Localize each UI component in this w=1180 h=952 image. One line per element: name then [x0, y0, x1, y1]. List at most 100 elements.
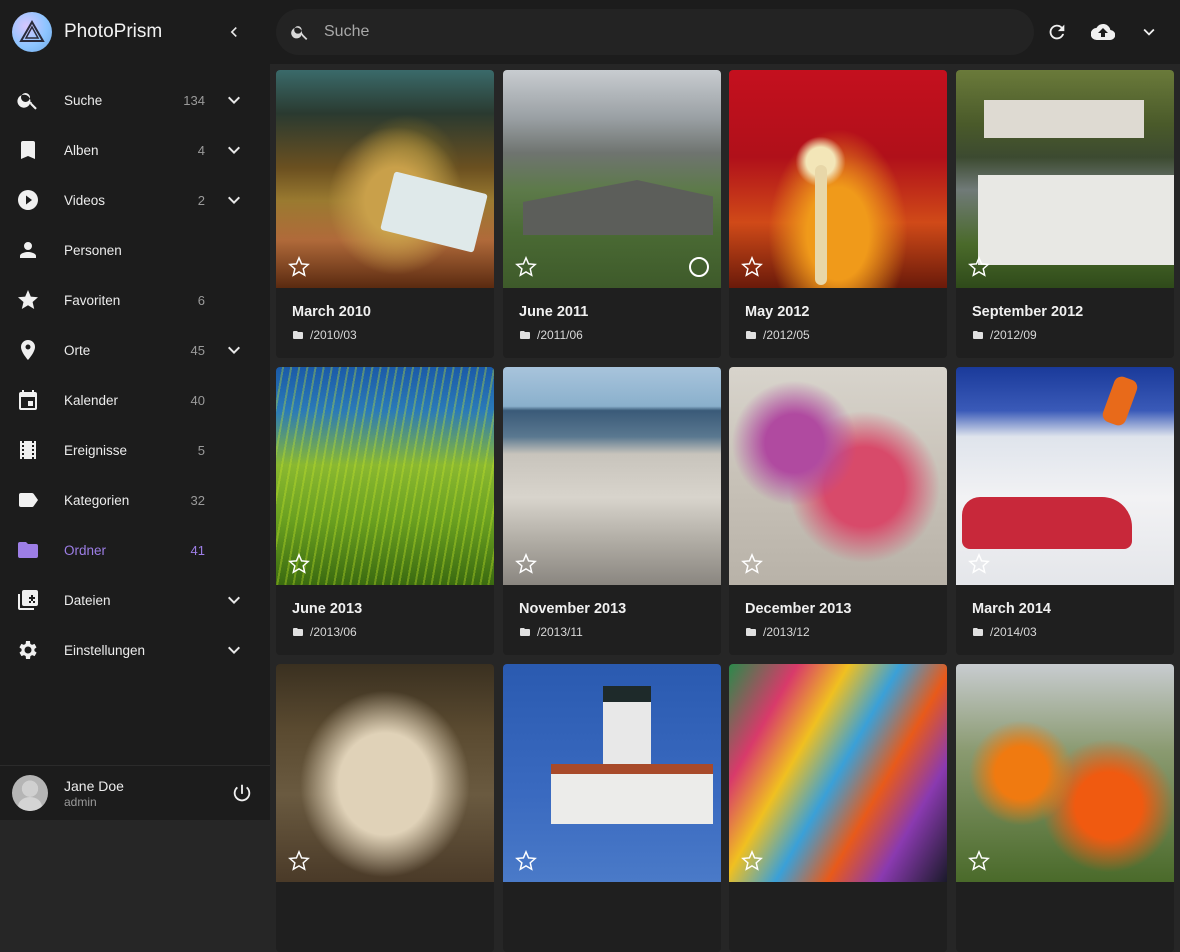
favorite-star-icon[interactable] — [968, 256, 990, 278]
folder-path-text: /2011/06 — [537, 328, 583, 342]
folder-card[interactable]: March 2010 /2010/03 — [276, 70, 494, 358]
folder-card[interactable] — [276, 664, 494, 952]
lighthouse-shape — [603, 686, 651, 776]
gear-icon — [16, 638, 40, 662]
sidebar-item-orte[interactable]: Orte 45 — [0, 325, 270, 375]
expand-toolbar-button[interactable] — [1131, 14, 1167, 50]
search-icon — [291, 26, 308, 40]
folder-title: September 2012 — [972, 304, 1084, 320]
favorite-star-icon[interactable] — [741, 256, 763, 278]
folder-card[interactable]: June 2013 /2013/06 — [276, 367, 494, 655]
favorite-star-icon[interactable] — [741, 553, 763, 575]
folder-card[interactable]: December 2013 /2013/12 — [729, 367, 947, 655]
favorite-star-icon[interactable] — [515, 256, 537, 278]
star-icon — [16, 288, 40, 312]
app-title: PhotoPrism — [64, 21, 163, 42]
sidebar-item-count: 5 — [197, 442, 205, 458]
folder-path-text: /2010/03 — [310, 328, 357, 342]
folder-thumbnail[interactable] — [729, 70, 947, 288]
folder-thumbnail[interactable] — [956, 367, 1174, 585]
search-input[interactable] — [324, 23, 924, 41]
favorite-star-icon[interactable] — [515, 850, 537, 872]
sidebar-item-ordner[interactable]: Ordner 41 — [0, 525, 270, 575]
folder-card[interactable] — [956, 664, 1174, 952]
search-bar[interactable] — [276, 9, 1034, 55]
logout-button[interactable] — [222, 773, 262, 813]
favorite-star-icon[interactable] — [288, 850, 310, 872]
folder-card[interactable]: June 2011 /2011/06 — [503, 70, 721, 358]
favorite-star-icon[interactable] — [741, 850, 763, 872]
sidebar-item-alben[interactable]: Alben 4 — [0, 125, 270, 175]
favorite-star-icon[interactable] — [968, 850, 990, 872]
sidebar-item-count: 40 — [190, 392, 205, 408]
car-shape — [962, 497, 1132, 549]
chevron-down-icon[interactable] — [222, 188, 246, 212]
chevron-down-icon[interactable] — [222, 588, 246, 612]
sidebar-item-favoriten[interactable]: Favoriten 6 — [0, 275, 270, 325]
favorite-star-icon[interactable] — [288, 553, 310, 575]
sidebar-item-dateien[interactable]: Dateien — [0, 575, 270, 625]
folder-thumbnail[interactable] — [956, 70, 1174, 288]
sidebar-item-kalender[interactable]: Kalender 40 — [0, 375, 270, 425]
sidebar-item-personen[interactable]: Personen — [0, 225, 270, 275]
price-tag-shape — [380, 171, 488, 253]
folder-thumbnail[interactable] — [729, 367, 947, 585]
folder-card[interactable] — [503, 664, 721, 952]
folder-meta — [956, 882, 1174, 952]
folder-thumbnail[interactable] — [276, 70, 494, 288]
folder-card[interactable]: March 2014 /2014/03 — [956, 367, 1174, 655]
sidebar-item-label: Personen — [64, 242, 122, 258]
favorite-star-icon[interactable] — [288, 256, 310, 278]
folder-title: May 2012 — [745, 304, 810, 320]
sidebar-item-count: 45 — [190, 342, 205, 358]
folder-thumbnail[interactable] — [276, 664, 494, 882]
folder-meta: June 2013 /2013/06 — [276, 585, 494, 655]
favorite-star-icon[interactable] — [515, 553, 537, 575]
chevron-down-icon[interactable] — [222, 138, 246, 162]
folder-thumbnail[interactable] — [956, 664, 1174, 882]
sidebar-item-ereignisse[interactable]: Ereignisse 5 — [0, 425, 270, 475]
folder-meta — [503, 882, 721, 952]
reload-button[interactable] — [1039, 14, 1075, 50]
upload-button[interactable] — [1085, 14, 1121, 50]
folder-thumbnail[interactable] — [276, 367, 494, 585]
folder-icon — [293, 331, 303, 339]
chevron-down-icon[interactable] — [222, 88, 246, 112]
search-icon — [16, 88, 40, 112]
folder-thumbnail[interactable] — [503, 367, 721, 585]
collapse-sidebar-button[interactable] — [216, 14, 252, 50]
avatar[interactable] — [12, 775, 48, 811]
folder-thumbnail[interactable] — [503, 70, 721, 288]
label-icon — [16, 488, 40, 512]
folder-card[interactable]: September 2012 /2012/09 — [956, 70, 1174, 358]
folder-card[interactable]: May 2012 /2012/05 — [729, 70, 947, 358]
sidebar-item-videos[interactable]: Videos 2 — [0, 175, 270, 225]
folder-card[interactable]: November 2013 /2013/11 — [503, 367, 721, 655]
folder-path: /2014/03 — [972, 625, 1158, 639]
app-logo[interactable] — [12, 12, 52, 52]
folder-path-text: /2013/06 — [310, 625, 357, 639]
folder-meta — [729, 882, 947, 952]
building-shape — [551, 764, 713, 824]
sidebar-item-label: Kalender — [64, 392, 119, 408]
folder-thumbnail[interactable] — [503, 664, 721, 882]
chevron-down-icon[interactable] — [222, 338, 246, 362]
refresh-icon — [1049, 24, 1065, 40]
folder-card[interactable] — [729, 664, 947, 952]
sidebar-item-einstellungen[interactable]: Einstellungen — [0, 625, 270, 675]
folder-path: /2010/03 — [292, 328, 478, 342]
user-panel: Jane Doe admin — [0, 765, 270, 820]
folder-meta: March 2010 /2010/03 — [276, 288, 494, 358]
folder-icon — [520, 331, 530, 339]
folder-thumbnail[interactable] — [729, 664, 947, 882]
house-shape — [523, 180, 713, 235]
sidebar-item-label: Favoriten — [64, 292, 121, 308]
sidebar-nav: Suche 134 Alben 4 Videos 2 Personen Favo… — [0, 75, 270, 675]
sidebar-item-kategorien[interactable]: Kategorien 32 — [0, 475, 270, 525]
sidebar-item-suche[interactable]: Suche 134 — [0, 75, 270, 125]
favorite-star-icon[interactable] — [968, 553, 990, 575]
sidebar-item-count: 4 — [197, 142, 205, 158]
chevron-down-icon[interactable] — [222, 638, 246, 662]
select-checkbox[interactable] — [689, 257, 709, 277]
roof-window-shape — [984, 100, 1144, 138]
